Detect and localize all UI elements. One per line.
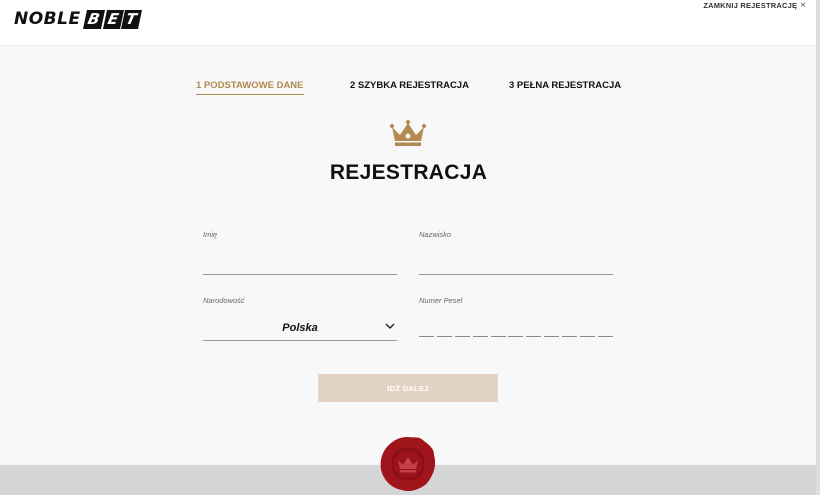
step-basic-data[interactable]: 1 PODSTAWOWE DANE <box>196 80 304 95</box>
logo-bet-letter: T <box>121 9 143 29</box>
pesel-digit-slot <box>526 336 542 337</box>
pesel-digit-slot <box>419 336 434 337</box>
first-name-input[interactable] <box>203 250 397 272</box>
nationality-label: Narodowość <box>203 296 245 305</box>
close-registration-label: ZAMKNIJ REJESTRACJĘ <box>703 1 798 10</box>
logo-bet-text: B E T <box>82 9 143 29</box>
pesel-digit-slot <box>544 336 560 337</box>
last-name-field: Nazwisko <box>419 230 613 276</box>
wax-seal-icon <box>380 437 436 492</box>
last-name-label: Nazwisko <box>419 230 452 239</box>
last-name-input[interactable] <box>419 250 613 272</box>
close-registration-link[interactable]: ZAMKNIJ REJESTRACJĘ × <box>703 0 806 10</box>
pesel-digit-slot <box>472 336 488 337</box>
nationality-select[interactable]: Polska <box>203 316 397 338</box>
header: NOBLE B E T ZAMKNIJ REJESTRACJĘ × <box>0 0 820 46</box>
logo-bet-letter: E <box>102 9 124 29</box>
pesel-input[interactable] <box>419 336 613 337</box>
chevron-down-icon <box>385 323 395 329</box>
pesel-digit-slot <box>436 336 452 337</box>
first-name-underline <box>203 274 397 275</box>
pesel-digit-slot <box>580 336 596 337</box>
pesel-digit-slot <box>562 336 578 337</box>
pesel-digit-slot <box>508 336 524 337</box>
last-name-underline <box>419 274 613 275</box>
first-name-label: Imię <box>203 230 218 239</box>
pesel-digit-slot <box>490 336 506 337</box>
nationality-underline <box>203 340 397 341</box>
first-name-field: Imię <box>203 230 397 276</box>
pesel-digit-slot <box>597 336 613 337</box>
step-quick-registration[interactable]: 2 SZYBKA REJESTRACJA <box>350 80 469 94</box>
nationality-selected-value: Polska <box>282 322 318 334</box>
step-full-registration[interactable]: 3 PEŁNA REJESTRACJA <box>509 80 621 94</box>
pesel-label: Numer Pesel <box>419 296 463 305</box>
pesel-digit-slot <box>454 336 470 337</box>
crown-icon <box>390 120 426 146</box>
window-edge <box>816 0 820 495</box>
registration-steps: 1 PODSTAWOWE DANE 2 SZYBKA REJESTRACJA 3… <box>0 80 820 96</box>
pesel-field: Numer Pesel <box>419 296 613 342</box>
close-icon[interactable]: × <box>800 0 806 10</box>
logo-noble-text: NOBLE <box>14 9 81 29</box>
nationality-field: Narodowość Polska <box>203 296 397 342</box>
page-title: REJESTRACJA <box>329 161 488 184</box>
next-button[interactable]: IDŹ DALEJ <box>318 374 498 402</box>
logo-bet-letter: B <box>82 9 105 29</box>
noblebet-logo[interactable]: NOBLE B E T <box>14 8 143 30</box>
